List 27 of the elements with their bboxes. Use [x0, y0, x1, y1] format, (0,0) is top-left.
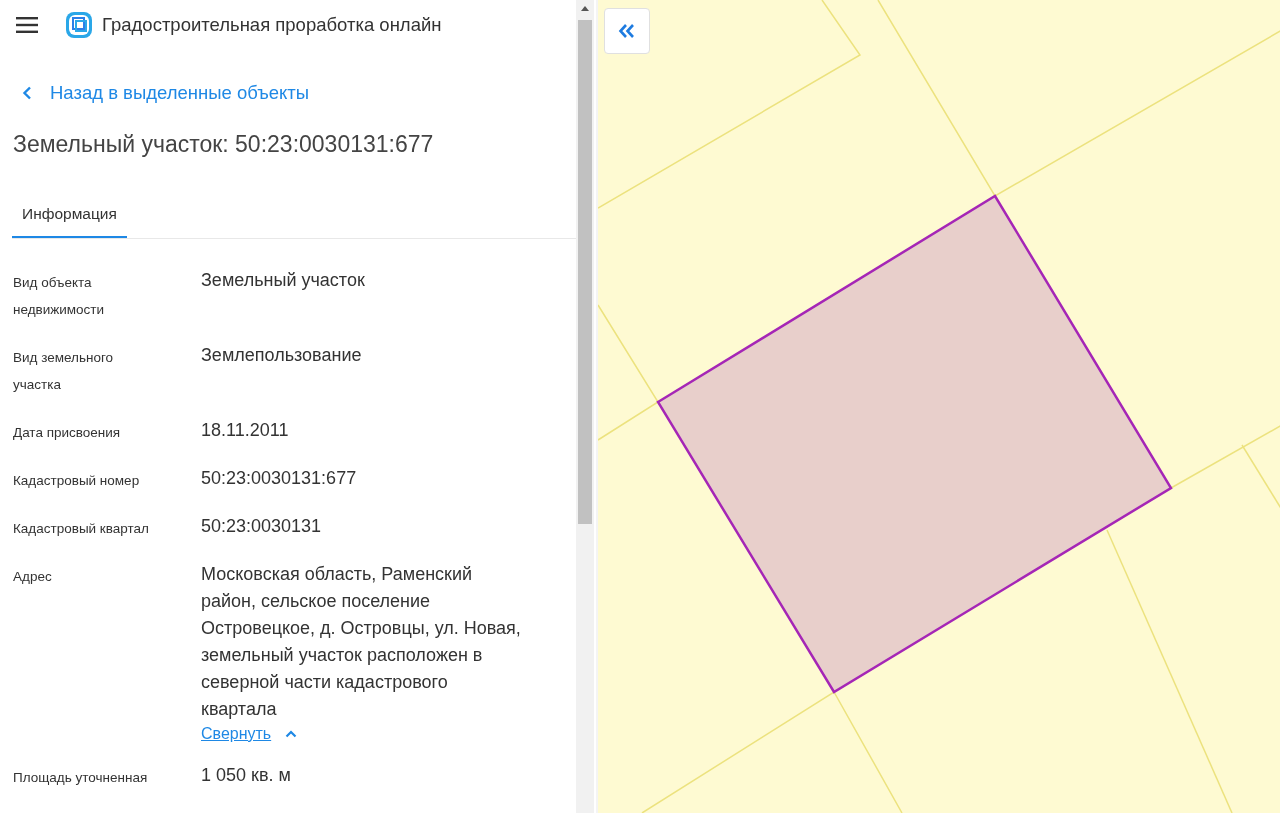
property-value: Московская область, Раменский район, сельское поселение Островецкое, д. Островцы, ул. Новая, земельный участок расположен в северной части кадастрового квартала: [201, 563, 521, 721]
property-value: 50:23:0030131: [201, 515, 322, 538]
chevron-left-icon: [22, 86, 32, 100]
property-value: Землепользование: [201, 344, 362, 367]
app-title: Градостроительная проработка онлайн: [102, 14, 442, 36]
info-tab[interactable]: Информация: [12, 195, 127, 238]
collapse-link[interactable]: Свернуть: [201, 725, 298, 743]
property-label: Адрес: [13, 568, 53, 586]
property-label: Вид объекта недвижимости: [13, 274, 106, 319]
property-value: Земельный участок: [201, 269, 365, 292]
menu-icon[interactable]: [16, 17, 38, 33]
property-value: 1 050 кв. м: [201, 764, 291, 787]
property-label: Кадастровый квартал: [13, 520, 150, 538]
property-value: 50:23:0030131:677: [201, 467, 357, 490]
property-label: Кадастровый номер: [13, 472, 141, 490]
collapse-panel-button[interactable]: [604, 8, 650, 54]
scroll-up-arrow-icon[interactable]: [581, 6, 589, 11]
scrollbar[interactable]: [576, 0, 594, 813]
back-link[interactable]: Назад в выделенные объекты: [22, 70, 310, 116]
chevron-up-icon: [285, 730, 298, 738]
property-label: Дата присвоения: [13, 424, 122, 442]
property-label: Площадь уточненная: [13, 769, 149, 787]
logo-icon: [64, 10, 94, 40]
object-title: Земельный участок: 50:23:0030131:677: [13, 130, 435, 159]
property-value: 18.11.2011: [201, 419, 289, 442]
property-label: Вид земельного участка: [13, 349, 115, 394]
double-chevron-left-icon: [618, 23, 636, 39]
